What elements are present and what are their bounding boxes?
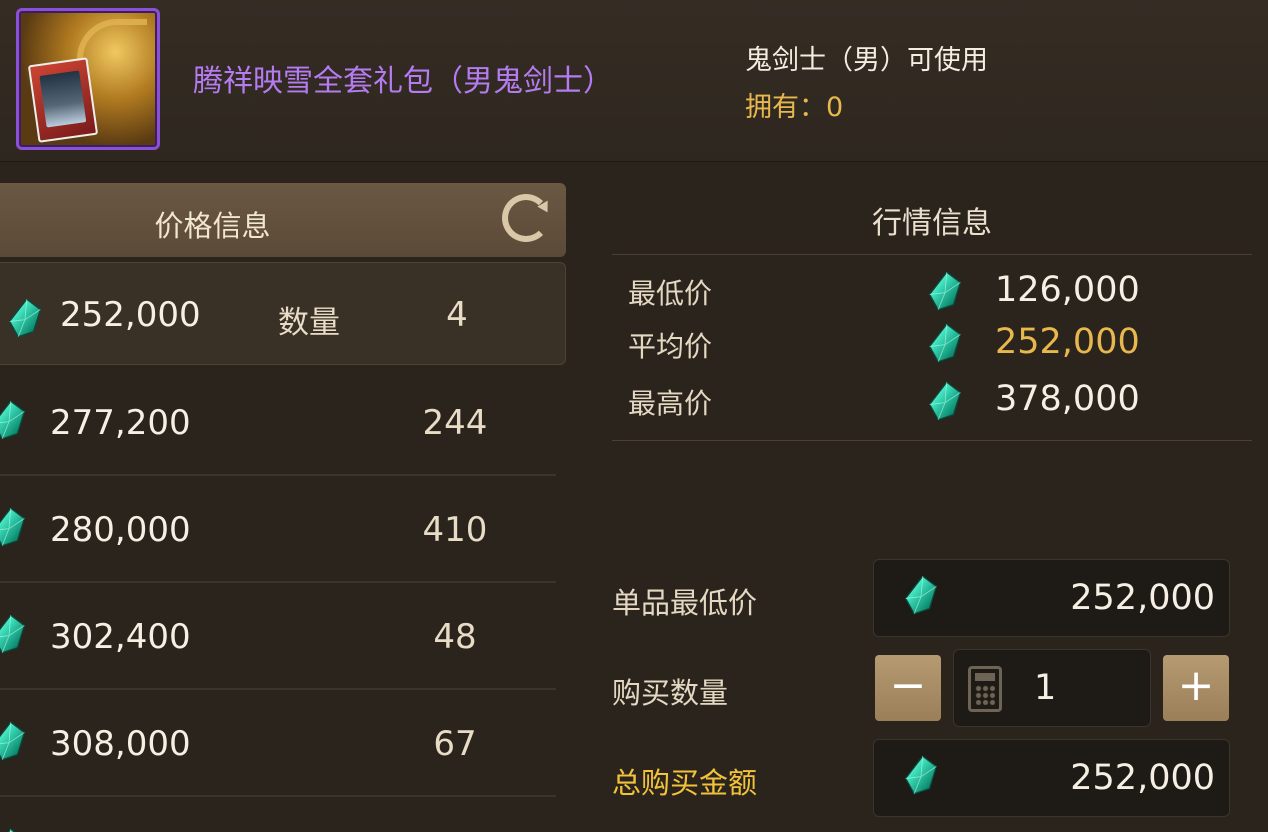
price-row-partial[interactable] — [0, 797, 556, 832]
increase-quantity-button[interactable]: + — [1163, 655, 1229, 721]
gem-icon — [928, 270, 962, 312]
gem-icon — [0, 399, 26, 441]
gem-icon — [0, 613, 26, 655]
unit-price-label: 单品最低价 — [612, 586, 758, 620]
average-price-label: 平均价 — [628, 330, 713, 363]
gem-icon — [904, 574, 938, 616]
price-row[interactable]: 302,400 48 — [0, 583, 556, 690]
decrease-quantity-button[interactable]: − — [875, 655, 941, 721]
row-price: 302,400 — [50, 617, 191, 657]
row-quantity: 67 — [433, 724, 477, 764]
gem-icon — [928, 380, 962, 422]
row-price: 252,000 — [60, 295, 201, 335]
row-quantity: 48 — [433, 617, 477, 657]
highest-price-label: 最高价 — [628, 387, 713, 420]
lowest-price-value: 126,000 — [995, 270, 1140, 310]
price-row[interactable]: 280,000 410 — [0, 476, 556, 583]
price-list: 252,000 数量 4 277,200 244 280,000 410 302… — [0, 262, 566, 832]
item-name: 腾祥映雪全套礼包（男鬼剑士） — [193, 64, 613, 99]
refresh-icon[interactable] — [502, 194, 550, 242]
highest-price-value: 378,000 — [995, 379, 1140, 419]
row-price: 308,000 — [50, 724, 191, 764]
gem-icon — [0, 506, 26, 548]
owned-count: 拥有：0 — [745, 92, 844, 123]
total-amount-field: 252,000 — [873, 739, 1230, 817]
quantity-input[interactable]: 1 — [953, 649, 1151, 727]
average-price-value: 252,000 — [995, 322, 1140, 362]
quantity-label: 购买数量 — [612, 676, 729, 710]
quantity-label: 数量 — [278, 305, 340, 341]
price-info-header: 价格信息 — [0, 183, 566, 257]
gem-icon — [0, 720, 26, 762]
usable-class-text: 鬼剑士（男）可使用 — [745, 45, 988, 76]
calculator-icon[interactable] — [968, 666, 1002, 712]
total-amount-label: 总购买金额 — [612, 766, 758, 800]
price-info-title: 价格信息 — [154, 209, 271, 243]
unit-price-field: 252,000 — [873, 559, 1230, 637]
divider — [612, 440, 1252, 441]
row-quantity: 244 — [422, 403, 488, 443]
total-amount-value: 252,000 — [1070, 758, 1215, 798]
row-price: 277,200 — [50, 403, 191, 443]
unit-price-value: 252,000 — [1070, 578, 1215, 618]
row-quantity: 410 — [422, 510, 488, 550]
gem-icon — [0, 827, 26, 832]
quantity-value: 1 — [1034, 668, 1057, 708]
market-info-title: 行情信息 — [872, 206, 992, 241]
character-card-art — [27, 57, 99, 143]
row-price: 280,000 — [50, 510, 191, 550]
price-row[interactable]: 252,000 数量 4 — [0, 262, 566, 365]
divider — [612, 254, 1252, 255]
row-quantity: 4 — [446, 295, 468, 335]
item-icon[interactable] — [16, 8, 160, 150]
price-row[interactable]: 308,000 67 — [0, 690, 556, 797]
gem-icon — [928, 322, 962, 364]
gem-icon — [8, 297, 42, 339]
item-header: 腾祥映雪全套礼包（男鬼剑士） 鬼剑士（男）可使用 拥有：0 — [0, 0, 1268, 162]
lowest-price-label: 最低价 — [628, 277, 713, 310]
price-row[interactable]: 277,200 244 — [0, 369, 556, 476]
gem-icon — [904, 754, 938, 796]
